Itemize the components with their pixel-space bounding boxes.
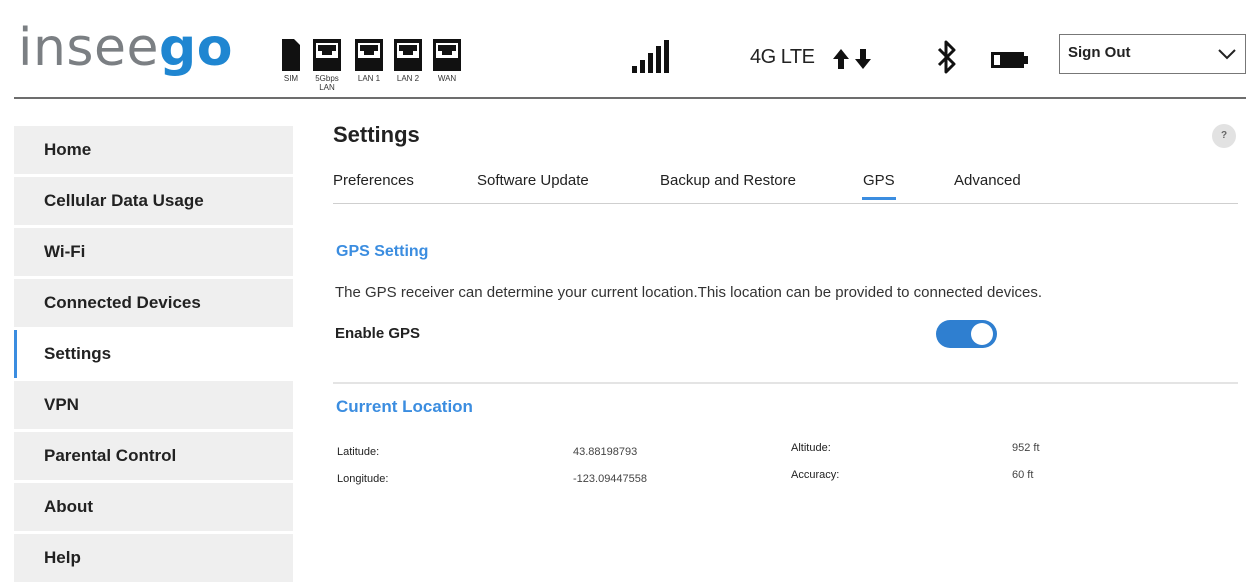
- sidebar-item-wifi[interactable]: Wi-Fi: [14, 228, 293, 276]
- sidebar-item-home[interactable]: Home: [14, 126, 293, 174]
- accuracy-label: Accuracy:: [791, 469, 840, 481]
- header-divider: [14, 97, 1246, 99]
- sidebar-item-about[interactable]: About: [14, 483, 293, 531]
- port-wan: WAN: [432, 38, 462, 83]
- page-title: Settings: [333, 122, 420, 147]
- ethernet-port-icon: [355, 39, 383, 71]
- sidebar-item-cellular-data-usage[interactable]: Cellular Data Usage: [14, 177, 293, 225]
- sidebar-item-connected-devices[interactable]: Connected Devices: [14, 279, 293, 327]
- sidebar-item-label: Connected Devices: [44, 293, 201, 312]
- longitude-label: Longitude:: [337, 473, 389, 485]
- help-icon[interactable]: ?: [1212, 124, 1236, 148]
- tab-gps[interactable]: GPS: [862, 172, 896, 200]
- sidebar-item-help[interactable]: Help: [14, 534, 293, 582]
- sign-out-label: Sign Out: [1068, 44, 1131, 61]
- enable-gps-toggle[interactable]: [936, 320, 997, 348]
- sidebar-item-label: Cellular Data Usage: [44, 191, 204, 210]
- gps-description: The GPS receiver can determine your curr…: [335, 284, 1043, 301]
- toggle-knob: [971, 323, 993, 345]
- sign-out-dropdown[interactable]: Sign Out: [1059, 34, 1246, 74]
- sidebar-item-label: About: [44, 497, 94, 516]
- sidebar-item-label: Wi-Fi: [44, 242, 86, 261]
- latitude-value: 43.88198793: [573, 446, 638, 458]
- sidebar-item-label: Settings: [44, 344, 112, 363]
- sidebar-item-label: Home: [44, 140, 92, 159]
- altitude-label: Altitude:: [791, 442, 831, 454]
- sidebar-item-parental-control[interactable]: Parental Control: [14, 432, 293, 480]
- current-location-heading: Current Location: [336, 397, 473, 416]
- tab-backup-and-restore[interactable]: Backup and Restore: [660, 172, 796, 189]
- chevron-down-icon: [1218, 49, 1236, 60]
- tab-preferences[interactable]: Preferences: [333, 172, 414, 189]
- latitude-label: Latitude:: [337, 446, 380, 458]
- sim-card-icon: [282, 39, 300, 71]
- tab-advanced[interactable]: Advanced: [954, 172, 1021, 189]
- enable-gps-label: Enable GPS: [335, 325, 421, 342]
- network-type: 4G LTE: [750, 46, 815, 68]
- ethernet-port-icon: [433, 39, 461, 71]
- up-down-arrows-icon: [832, 48, 872, 75]
- inseego-logo: inseego: [18, 18, 233, 78]
- battery-icon: [990, 50, 1030, 75]
- tabs-divider: [333, 203, 1238, 204]
- sidebar-item-label: Help: [44, 548, 81, 567]
- signal-bars-icon: [632, 40, 672, 79]
- port-5gbps-lan: 5Gbps LAN: [312, 38, 342, 92]
- sidebar-nav: Home Cellular Data Usage Wi-Fi Connected…: [14, 126, 293, 585]
- tab-software-update[interactable]: Software Update: [477, 172, 589, 189]
- sidebar-item-vpn[interactable]: VPN: [14, 381, 293, 429]
- gps-setting-heading: GPS Setting: [336, 243, 429, 260]
- settings-tabs: Preferences Software Update Backup and R…: [333, 172, 1238, 204]
- accuracy-value: 60 ft: [1012, 469, 1034, 481]
- ethernet-port-icon: [313, 39, 341, 71]
- altitude-value: 952 ft: [1012, 442, 1040, 454]
- ethernet-port-icon: [394, 39, 422, 71]
- sim-status: SIM: [276, 38, 306, 83]
- sidebar-item-label: VPN: [44, 395, 79, 414]
- section-divider: [333, 382, 1238, 384]
- port-lan-1: LAN 1: [354, 38, 384, 83]
- port-lan-2: LAN 2: [393, 38, 423, 83]
- sidebar-item-label: Parental Control: [44, 446, 177, 465]
- sidebar-item-settings[interactable]: Settings: [14, 330, 293, 378]
- longitude-value: -123.09447558: [573, 473, 648, 485]
- header: inseego SIM 5Gbps LAN LAN 1 LAN 2 WAN 4G…: [0, 0, 1252, 100]
- bluetooth-icon: [936, 39, 958, 80]
